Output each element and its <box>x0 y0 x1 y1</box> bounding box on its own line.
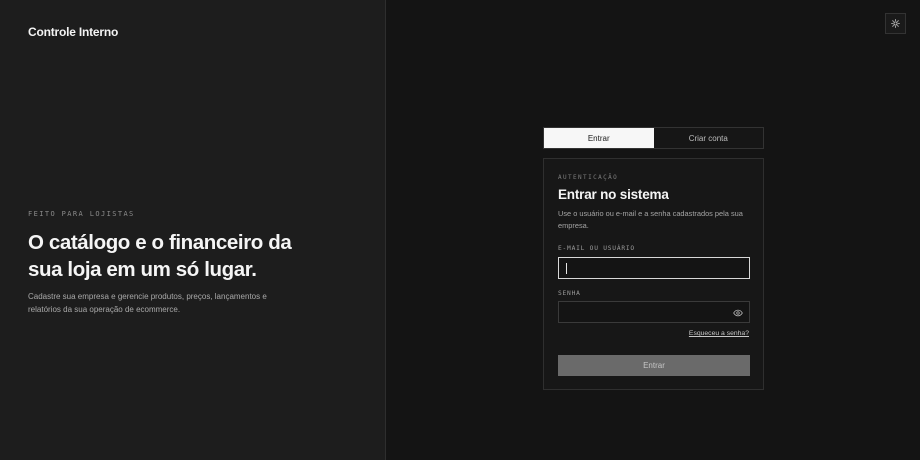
tab-entrar[interactable]: Entrar <box>544 128 654 148</box>
tab-criar-conta[interactable]: Criar conta <box>653 128 763 148</box>
login-card: AUTENTICAÇÃO Entrar no sistema Use o usu… <box>543 158 764 390</box>
login-title: Entrar no sistema <box>558 187 669 202</box>
theme-toggle-button[interactable] <box>885 13 906 34</box>
login-subtitle: Use o usuário ou e-mail e a senha cadast… <box>558 209 743 230</box>
hero-eyebrow: FEITO PARA LOJISTAS <box>28 210 135 218</box>
password-label: SENHA <box>558 290 581 297</box>
sun-icon <box>891 19 900 28</box>
eye-icon <box>733 309 743 317</box>
text-caret <box>566 263 567 274</box>
login-eyebrow: AUTENTICAÇÃO <box>558 174 619 181</box>
forgot-password-link[interactable]: Esqueceu a senha? <box>689 330 749 337</box>
submit-button[interactable]: Entrar <box>558 355 750 376</box>
brand-panel: Controle Interno FEITO PARA LOJISTAS O c… <box>0 0 386 460</box>
password-visibility-toggle[interactable] <box>732 307 744 319</box>
brand-name: Controle Interno <box>28 25 119 39</box>
auth-tabs: Entrar Criar conta <box>543 127 764 149</box>
password-field[interactable] <box>558 301 750 323</box>
email-field[interactable] <box>558 257 750 279</box>
hero-description: Cadastre sua empresa e gerencie produtos… <box>28 292 267 314</box>
email-label: E-MAIL OU USUÁRIO <box>558 245 635 252</box>
hero-headline: O catálogo e o financeiro da sua loja em… <box>28 231 292 281</box>
